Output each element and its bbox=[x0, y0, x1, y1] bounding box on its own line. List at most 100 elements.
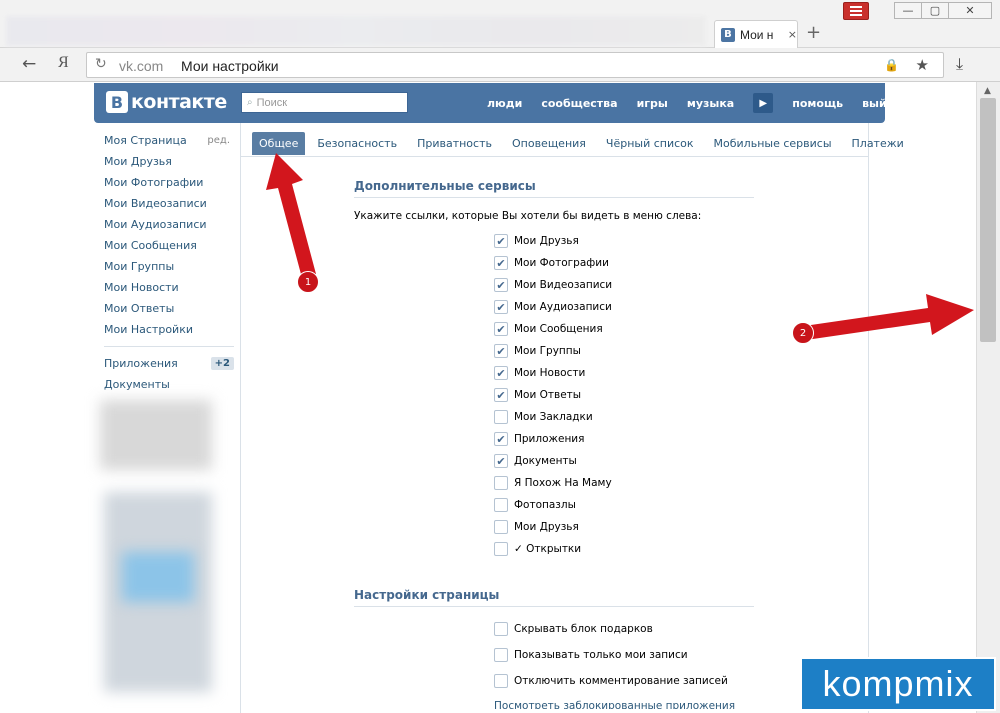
sidebar-item-label: Мои Видеозаписи bbox=[104, 197, 207, 210]
tab-notifications[interactable]: Оповещения bbox=[512, 137, 586, 150]
service-checkbox-label: Мои Друзья bbox=[514, 235, 579, 247]
sidebar-item-friends[interactable]: Мои Друзья bbox=[104, 151, 234, 172]
checkbox-unchecked-icon[interactable] bbox=[494, 498, 508, 512]
browser-titlebar: В Мои н × + — ▢ ✕ bbox=[0, 0, 1000, 48]
sidebar-item-photos[interactable]: Мои Фотографии bbox=[104, 172, 234, 193]
service-checkbox-row[interactable]: ✔ Мои Новости bbox=[494, 365, 585, 381]
service-checkbox-row[interactable]: ✔ Мои Фотографии bbox=[494, 255, 609, 271]
sidebar-item-groups[interactable]: Мои Группы bbox=[104, 256, 234, 277]
blocked-apps-link[interactable]: Посмотреть заблокированные приложения bbox=[494, 700, 735, 709]
left-menu: Моя Страница ред. Мои Друзья Мои Фотогра… bbox=[104, 130, 234, 395]
minimize-icon[interactable]: — bbox=[894, 2, 922, 19]
vk-top-nav: люди сообщества игры музыка ▶ помощь вый… bbox=[487, 83, 920, 123]
service-checkbox-row[interactable]: Мои Друзья bbox=[494, 519, 579, 535]
service-checkbox-row[interactable]: Мои Закладки bbox=[494, 409, 593, 425]
sidebar-item-audio[interactable]: Мои Аудиозаписи bbox=[104, 214, 234, 235]
tab-security[interactable]: Безопасность bbox=[317, 137, 397, 150]
back-arrow-icon[interactable]: ← bbox=[22, 54, 36, 74]
sidebar-item-apps[interactable]: Приложения +2 bbox=[104, 353, 234, 374]
vk-logo-text: контакте bbox=[131, 91, 227, 113]
checkbox-checked-icon[interactable]: ✔ bbox=[494, 256, 508, 270]
vk-header: В контакте ⌕ Поиск люди сообщества игры … bbox=[94, 83, 901, 123]
vertical-scrollbar[interactable]: ▲ bbox=[976, 82, 1000, 713]
scroll-up-icon[interactable]: ▲ bbox=[984, 86, 991, 96]
reload-icon[interactable]: ↻ bbox=[95, 56, 107, 72]
sidebar-item-label: Моя Страница bbox=[104, 134, 187, 147]
bookmark-star-icon[interactable]: ★ bbox=[916, 56, 929, 74]
checkbox-checked-icon[interactable]: ✔ bbox=[494, 300, 508, 314]
tab-privacy[interactable]: Приватность bbox=[417, 137, 492, 150]
window-close-icon[interactable]: ✕ bbox=[948, 2, 992, 19]
nav-games[interactable]: игры bbox=[637, 97, 668, 110]
service-checkbox-row[interactable]: ✔ Мои Аудиозаписи bbox=[494, 299, 612, 315]
checkbox-checked-icon[interactable]: ✔ bbox=[494, 388, 508, 402]
service-checkbox-row[interactable]: ✔ Приложения bbox=[494, 431, 584, 447]
service-checkbox-row[interactable]: ✔ Мои Видеозаписи bbox=[494, 277, 612, 293]
service-checkbox-label: Документы bbox=[514, 455, 577, 467]
nav-help[interactable]: помощь bbox=[792, 97, 843, 110]
checkbox-checked-icon[interactable]: ✔ bbox=[494, 322, 508, 336]
checkbox-checked-icon[interactable]: ✔ bbox=[494, 454, 508, 468]
yandex-icon[interactable]: Я bbox=[58, 54, 69, 72]
nav-music[interactable]: музыка bbox=[687, 97, 734, 110]
sidebar-item-my-page[interactable]: Моя Страница ред. bbox=[104, 130, 234, 151]
vk-favicon-icon: В bbox=[721, 27, 735, 42]
checkbox-checked-icon[interactable]: ✔ bbox=[494, 234, 508, 248]
download-icon[interactable]: ⤓ bbox=[956, 54, 963, 74]
tab-close-icon[interactable]: × bbox=[788, 28, 797, 41]
checkbox-checked-icon[interactable]: ✔ bbox=[494, 344, 508, 358]
service-checkbox-row[interactable]: Я Похож На Маму bbox=[494, 475, 612, 491]
service-checkbox-row[interactable]: ✓ Открытки bbox=[494, 541, 581, 557]
checkbox-unchecked-icon[interactable] bbox=[494, 622, 508, 636]
sidebar-item-answers[interactable]: Мои Ответы bbox=[104, 298, 234, 319]
sidebar-item-settings[interactable]: Мои Настройки bbox=[104, 319, 234, 340]
checkbox-checked-icon[interactable]: ✔ bbox=[494, 366, 508, 380]
play-icon[interactable]: ▶ bbox=[753, 93, 774, 113]
tab-blacklist[interactable]: Чёрный список bbox=[606, 137, 694, 150]
checkbox-unchecked-icon[interactable] bbox=[494, 542, 508, 556]
lock-icon[interactable]: 🔒 bbox=[884, 58, 899, 72]
new-tab-icon[interactable]: + bbox=[806, 22, 821, 43]
sidebar-item-documents[interactable]: Документы bbox=[104, 374, 234, 395]
maximize-icon[interactable]: ▢ bbox=[921, 2, 949, 19]
service-checkbox-label: Мои Друзья bbox=[514, 521, 579, 533]
checkbox-unchecked-icon[interactable] bbox=[494, 410, 508, 424]
browser-menu-icon[interactable] bbox=[843, 2, 869, 20]
service-checkbox-row[interactable]: ✔ Мои Сообщения bbox=[494, 321, 603, 337]
checkbox-checked-icon[interactable]: ✔ bbox=[494, 432, 508, 446]
page-setting-checkbox-row[interactable]: Отключить комментирование записей bbox=[494, 673, 728, 689]
browser-tab-active[interactable]: В Мои н × bbox=[714, 20, 798, 48]
service-checkbox-label: Мои Сообщения bbox=[514, 323, 603, 335]
section-title-services: Дополнительные сервисы bbox=[354, 179, 754, 198]
step-marker-2: 2 bbox=[792, 322, 814, 344]
browser-tab-title: Мои н bbox=[739, 27, 774, 42]
nav-communities[interactable]: сообщества bbox=[541, 97, 617, 110]
nav-logout[interactable]: выйти bbox=[862, 97, 901, 110]
page-setting-checkbox-row[interactable]: Скрывать блок подарков bbox=[494, 621, 653, 637]
tab-general[interactable]: Общее bbox=[252, 132, 306, 155]
vk-logo-mark: В bbox=[106, 91, 128, 113]
tab-mobile[interactable]: Мобильные сервисы bbox=[714, 137, 832, 150]
checkbox-checked-icon[interactable]: ✔ bbox=[494, 278, 508, 292]
sidebar-item-news[interactable]: Мои Новости bbox=[104, 277, 234, 298]
service-checkbox-row[interactable]: ✔ Документы bbox=[494, 453, 577, 469]
service-checkbox-row[interactable]: Фотопазлы bbox=[494, 497, 576, 513]
services-hint: Укажите ссылки, которые Вы хотели бы вид… bbox=[354, 210, 702, 222]
edit-link[interactable]: ред. bbox=[207, 135, 230, 146]
sidebar-item-videos[interactable]: Мои Видеозаписи bbox=[104, 193, 234, 214]
page-setting-checkbox-row[interactable]: Показывать только мои записи bbox=[494, 647, 688, 663]
service-checkbox-row[interactable]: ✔ Мои Друзья bbox=[494, 233, 579, 249]
service-checkbox-row[interactable]: ✔ Мои Ответы bbox=[494, 387, 581, 403]
url-input[interactable]: ↻ vk.com Мои настройки 🔒 ★ bbox=[86, 52, 944, 78]
nav-people[interactable]: люди bbox=[487, 97, 522, 110]
tab-payments[interactable]: Платежи bbox=[852, 137, 904, 150]
checkbox-unchecked-icon[interactable] bbox=[494, 520, 508, 534]
vk-logo[interactable]: В контакте bbox=[106, 91, 227, 113]
vk-search-input[interactable]: ⌕ Поиск bbox=[241, 92, 408, 113]
checkbox-unchecked-icon[interactable] bbox=[494, 476, 508, 490]
checkbox-unchecked-icon[interactable] bbox=[494, 648, 508, 662]
sidebar-item-messages[interactable]: Мои Сообщения bbox=[104, 235, 234, 256]
service-checkbox-row[interactable]: ✔ Мои Группы bbox=[494, 343, 581, 359]
checkbox-unchecked-icon[interactable] bbox=[494, 674, 508, 688]
scroll-thumb[interactable] bbox=[980, 98, 996, 342]
